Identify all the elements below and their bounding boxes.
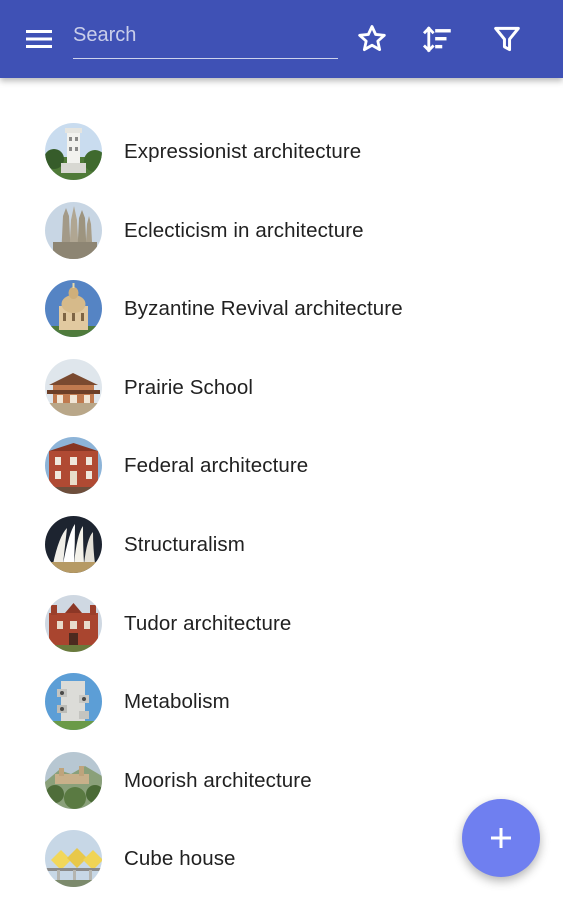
list-item-label: Metabolism bbox=[124, 690, 230, 714]
top-app-bar bbox=[0, 0, 563, 78]
cube-house-thumbnail bbox=[45, 830, 102, 888]
menu-button[interactable] bbox=[22, 24, 56, 54]
list-item-label: Expressionist architecture bbox=[124, 140, 362, 163]
list-item-label: Moorish architecture bbox=[124, 768, 312, 792]
structuralism-thumbnail bbox=[45, 515, 102, 573]
expressionist-architecture-thumbnail bbox=[45, 123, 102, 180]
list-item[interactable]: Prairie School bbox=[0, 348, 563, 427]
tudor-architecture-thumbnail bbox=[45, 594, 102, 652]
search-field bbox=[73, 16, 338, 59]
app-screen: Expressionist architecture Eclecticism i… bbox=[0, 0, 563, 900]
list-item-label: Byzantine Revival architecture bbox=[124, 297, 403, 321]
list-item-label: Structuralism bbox=[124, 532, 245, 556]
plus-icon bbox=[491, 828, 511, 848]
byzantine-revival-thumbnail bbox=[45, 280, 102, 338]
list-item-label: Cube house bbox=[124, 847, 236, 871]
list-item[interactable]: Structuralism bbox=[0, 505, 563, 584]
list-item-label: Eclecticism in architecture bbox=[124, 218, 364, 242]
metabolism-thumbnail bbox=[45, 673, 102, 731]
sort-button[interactable] bbox=[421, 22, 455, 56]
federal-architecture-thumbnail bbox=[45, 437, 102, 495]
list-item[interactable]: Expressionist architecture bbox=[0, 112, 563, 191]
search-input[interactable] bbox=[73, 20, 338, 50]
sort-icon bbox=[422, 26, 451, 53]
filter-button[interactable] bbox=[490, 22, 524, 56]
filter-icon bbox=[494, 26, 520, 52]
list-item-label: Federal architecture bbox=[124, 454, 309, 478]
list-item[interactable]: Eclecticism in architecture bbox=[0, 191, 563, 270]
star-icon bbox=[358, 25, 386, 52]
list-item-label: Tudor architecture bbox=[124, 611, 292, 635]
add-button[interactable] bbox=[462, 799, 540, 877]
article-list: Expressionist architecture Eclecticism i… bbox=[0, 112, 563, 898]
list-item[interactable]: Tudor architecture bbox=[0, 584, 563, 663]
eclecticism-architecture-thumbnail bbox=[45, 201, 102, 259]
favorites-button[interactable] bbox=[355, 22, 389, 56]
list-item-label: Prairie School bbox=[124, 375, 254, 399]
menu-icon bbox=[26, 30, 52, 48]
list-item[interactable]: Federal architecture bbox=[0, 426, 563, 505]
list-item[interactable]: Byzantine Revival architecture bbox=[0, 269, 563, 348]
list-item[interactable]: Metabolism bbox=[0, 662, 563, 741]
moorish-architecture-thumbnail bbox=[45, 751, 102, 809]
prairie-school-thumbnail bbox=[45, 358, 102, 416]
